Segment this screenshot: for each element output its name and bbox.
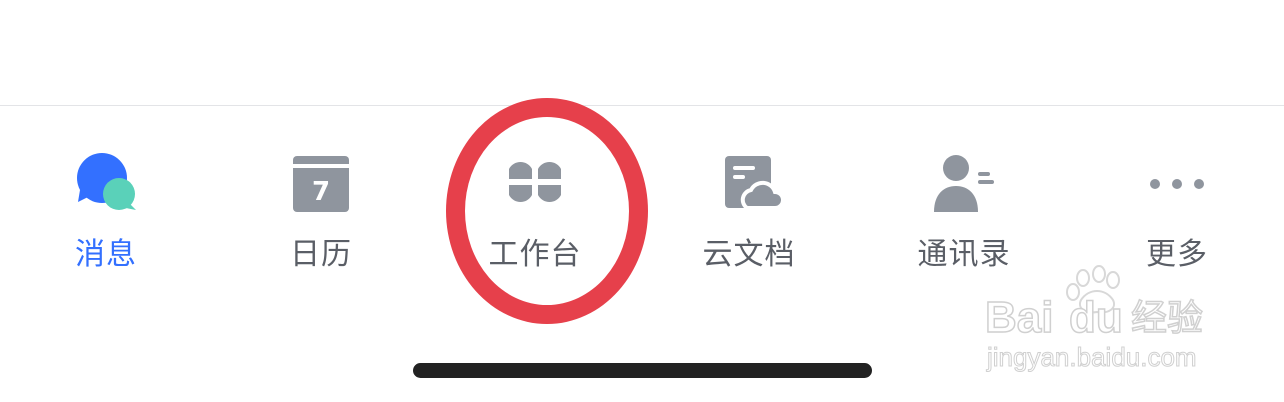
tab-messages-label: 消息 xyxy=(75,237,137,272)
tab-contacts[interactable]: 通讯录 xyxy=(899,150,1029,280)
watermark-url: jingyan.baidu.com xyxy=(986,342,1197,372)
watermark-suffix: 经验 xyxy=(1131,298,1203,339)
tab-workplace[interactable]: 工作台 xyxy=(470,150,600,280)
cloud-document-icon xyxy=(725,156,781,210)
calendar-icon: 7 xyxy=(293,156,349,212)
tab-calendar[interactable]: 7 日历 xyxy=(256,150,386,280)
bottom-tab-bar: 消息 7 日历 工作台 云文档 通讯录 更多 xyxy=(0,150,1284,280)
calendar-day-number: 7 xyxy=(312,177,330,207)
chat-bubbles-icon xyxy=(77,153,136,210)
tab-messages[interactable]: 消息 xyxy=(41,150,171,280)
watermark-brand: Bai xyxy=(985,293,1053,342)
tab-workplace-label: 工作台 xyxy=(488,237,582,272)
tab-more-label: 更多 xyxy=(1146,237,1208,272)
watermark-brand-2: du xyxy=(1069,293,1123,342)
tab-contacts-label: 通讯录 xyxy=(917,237,1011,272)
tab-more[interactable]: 更多 xyxy=(1112,150,1242,280)
home-indicator[interactable] xyxy=(413,363,872,378)
tab-calendar-label: 日历 xyxy=(290,237,352,272)
more-dots-icon xyxy=(1150,179,1204,189)
four-petal-grid-icon xyxy=(509,162,561,202)
top-divider xyxy=(0,105,1284,106)
tab-docs-label: 云文档 xyxy=(702,237,796,272)
contact-person-icon xyxy=(934,155,994,212)
tab-docs[interactable]: 云文档 xyxy=(684,150,814,280)
